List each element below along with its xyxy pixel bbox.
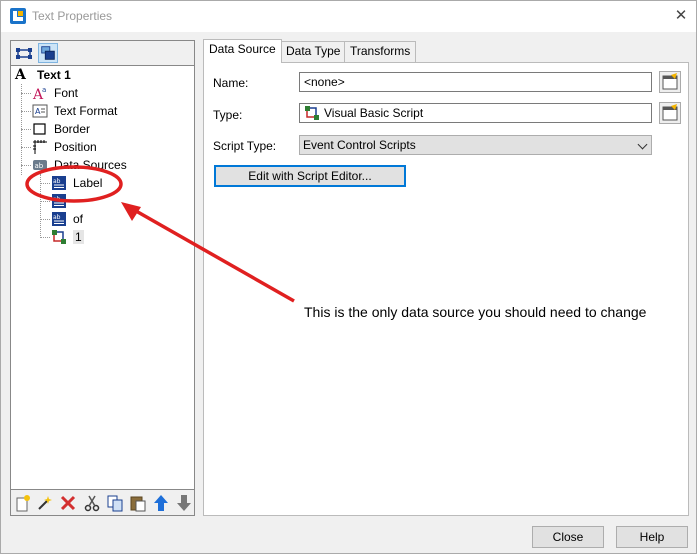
script-icon [52,230,66,244]
new-icon[interactable] [14,494,32,512]
tab-transforms[interactable]: Transforms [344,41,417,62]
tree-item-label: Label [73,176,103,190]
data-sources-icon: ab [33,160,47,170]
data-source-icon: ab [52,194,66,208]
text-properties-dialog: Text Properties ✕ A Text 1 A a Font A Te… [0,0,697,554]
border-icon [33,123,46,135]
tree-item-blank-source[interactable]: ab [51,192,73,210]
script-icon [305,106,319,120]
layers-icon[interactable] [38,43,58,63]
tree-line [40,219,50,220]
tree-item-text-format[interactable]: A Text Format [32,102,117,120]
properties-tree: A Text 1 A a Font A Text Format Border P… [10,66,195,490]
tree-item-data-sources[interactable]: ab Data Sources [32,156,127,174]
tree-item-label: Position [54,140,97,154]
tree-item-label: Text 1 [37,68,71,82]
wand-icon[interactable] [36,494,54,512]
tree-item-label: Text Format [54,104,118,118]
tree-item-label-source[interactable]: ab Label [51,174,102,192]
data-source-page: Name: <none> Type: Visual Basic Script S… [203,62,689,516]
text-icon: A [15,67,26,83]
help-button[interactable]: Help [616,526,688,548]
type-field[interactable]: Visual Basic Script [299,103,652,123]
tree-item-label: 1 [73,230,84,244]
tree-item-font[interactable]: A a Font [32,84,78,102]
svg-text:ab: ab [53,214,61,221]
svg-text:A: A [35,107,41,116]
type-value: Visual Basic Script [324,106,424,120]
tree-line [40,183,50,184]
data-source-icon: ab [52,212,66,226]
tree-item-label: of [73,212,84,226]
cut-icon[interactable] [83,494,101,512]
properties-icon [662,104,678,121]
svg-text:ab: ab [53,196,61,203]
script-type-value: Event Control Scripts [303,138,416,152]
tree-line [21,147,31,148]
move-down-icon[interactable] [175,494,193,512]
tree-toolbar [10,40,195,66]
tree-item-label: Font [54,86,79,100]
script-type-label: Script Type: [213,139,277,153]
fit-view-icon[interactable] [14,43,34,63]
tab-data-source[interactable]: Data Source [203,39,282,63]
chevron-down-icon [637,139,648,150]
name-field[interactable]: <none> [299,72,652,92]
tree-item-script-source[interactable]: 1 [51,228,84,246]
font-icon: A a [32,86,46,101]
svg-text:a: a [42,86,46,94]
script-type-select[interactable]: Event Control Scripts [299,135,652,155]
position-icon [33,140,47,154]
tree-line [21,93,31,94]
delete-icon[interactable] [59,494,77,512]
tree-item-of-source[interactable]: ab of [51,210,83,228]
tree-line [40,201,50,202]
close-icon[interactable]: ✕ [671,6,691,26]
properties-icon [662,73,678,90]
tree-line [21,111,31,112]
annotation-text: This is the only data source you should … [304,304,647,320]
app-icon [10,8,26,24]
tab-data-type[interactable]: Data Type [280,41,347,62]
tree-item-border[interactable]: Border [32,120,90,138]
move-up-icon[interactable] [152,494,170,512]
tree-line [40,237,50,238]
window-title: Text Properties [32,9,113,23]
edit-with-script-editor-button[interactable]: Edit with Script Editor... [214,165,406,187]
tree-item-position[interactable]: Position [32,138,97,156]
title-bar: Text Properties ✕ [1,1,696,32]
type-label: Type: [213,108,243,122]
text-format-icon: A [32,104,48,118]
close-button[interactable]: Close [532,526,604,548]
paste-icon[interactable] [129,494,147,512]
type-browse-button[interactable] [659,102,681,124]
tree-line [21,129,31,130]
name-label: Name: [213,76,249,90]
svg-text:ab: ab [35,162,44,170]
data-source-icon: ab [52,176,66,190]
tree-line [21,165,31,166]
tree-item-label: Border [54,122,91,136]
svg-text:ab: ab [53,178,61,185]
tree-item-text-1[interactable]: A Text 1 [15,66,71,84]
name-browse-button[interactable] [659,71,681,93]
tree-bottom-toolbar [10,490,195,516]
copy-icon[interactable] [106,494,124,512]
tree-item-label: Data Sources [54,158,127,172]
